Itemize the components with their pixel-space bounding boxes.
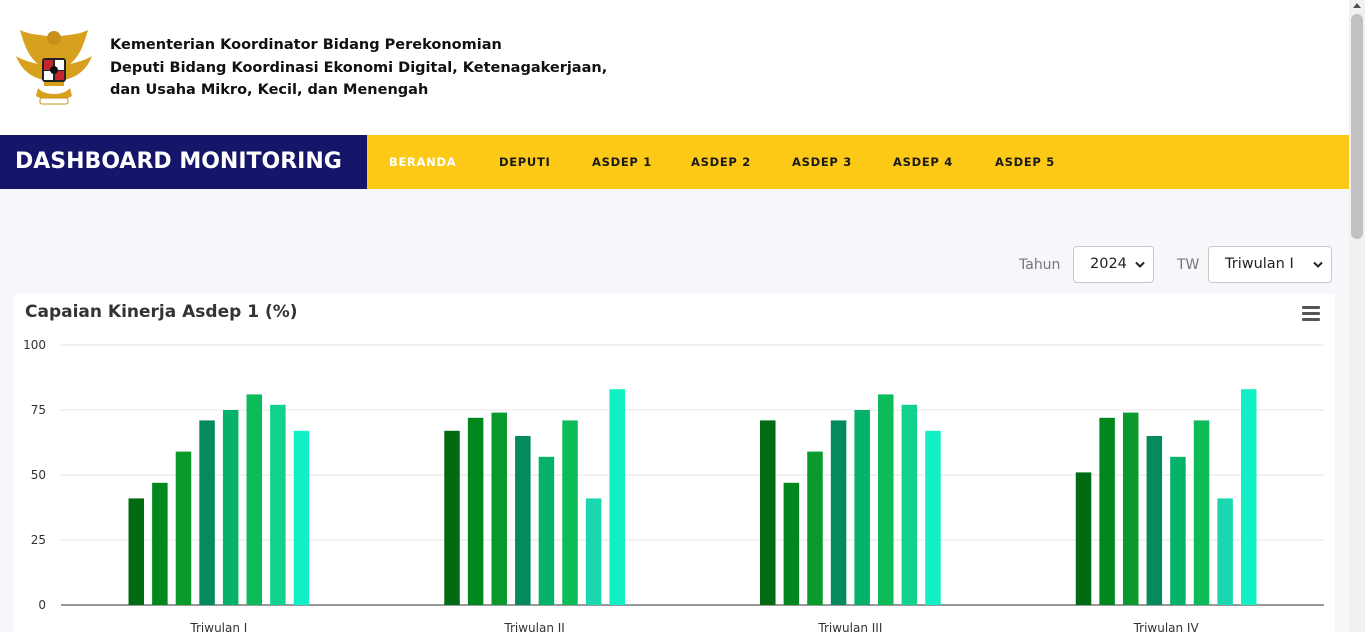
chart-bar — [152, 482, 168, 605]
org-line-2: Deputi Bidang Koordinasi Ekonomi Digital… — [110, 59, 608, 76]
nav-item-asdep-2[interactable]: ASDEP 2 — [691, 135, 751, 189]
garuda-emblem-icon — [16, 30, 92, 105]
year-select-value: 2024 — [1090, 256, 1127, 272]
chart-bar — [609, 389, 625, 605]
bar-chart: 0 25 50 75 100 Triwulan I Triwulan II Triwulan … — [23, 338, 1324, 632]
chart-bar — [538, 456, 555, 605]
x-category-label: Triwulan IV — [1133, 621, 1200, 632]
org-line-1: Kementerian Koordinator Bidang Perekonom… — [110, 37, 502, 53]
chart-bar — [1217, 498, 1233, 605]
x-category-label: Triwulan III — [817, 621, 882, 632]
chart-bar — [515, 436, 531, 605]
chart-bar — [491, 412, 507, 605]
tw-select[interactable]: Triwulan I — [1208, 246, 1332, 283]
chart-card: Capaian Kinerja Asdep 1 (%) 0 25 50 75 100 Tr… — [14, 294, 1335, 632]
chart-bar — [901, 404, 918, 605]
y-tick-label: 0 — [38, 598, 46, 612]
vertical-scrollbar[interactable] — [1349, 0, 1365, 632]
nav-item-deputi[interactable]: DEPUTI — [499, 135, 551, 189]
chart-bar — [830, 420, 847, 605]
scroll-up-arrow-icon[interactable] — [1353, 3, 1361, 8]
chart-bar — [562, 420, 578, 605]
y-tick-label: 100 — [23, 338, 46, 352]
year-filter-label: Tahun — [1019, 257, 1061, 273]
chart-bar — [1240, 389, 1257, 605]
chart-bar — [854, 410, 870, 605]
chart-bar — [175, 451, 192, 605]
x-category-label: Triwulan II — [503, 621, 564, 632]
tw-filter-label: TW — [1177, 257, 1200, 273]
chart-bar — [878, 394, 894, 605]
nav-item-asdep-1[interactable]: ASDEP 1 — [592, 135, 652, 189]
page-header: Kementerian Koordinator Bidang Perekonom… — [0, 0, 1349, 135]
chart-bar — [199, 420, 215, 605]
chart-bar — [1193, 420, 1210, 605]
chart-bar — [1122, 412, 1139, 605]
scroll-thumb[interactable] — [1351, 14, 1363, 239]
dashboard-brand[interactable]: DASHBOARD MONITORING — [0, 135, 367, 189]
chevron-down-icon — [1135, 261, 1145, 268]
chevron-down-icon — [1313, 261, 1323, 268]
org-line-3: dan Usaha Mikro, Kecil, dan Menengah — [110, 82, 429, 98]
chart-bar — [925, 430, 941, 605]
nav-item-asdep-5[interactable]: ASDEP 5 — [995, 135, 1055, 189]
tw-select-value: Triwulan I — [1225, 256, 1294, 272]
chart-bar — [467, 417, 484, 605]
chart-bar — [293, 430, 310, 605]
organization-name: Kementerian Koordinator Bidang Perekonom… — [110, 34, 607, 102]
y-tick-label: 50 — [31, 468, 46, 482]
chart-bar — [444, 430, 460, 605]
chart-bar — [1146, 436, 1163, 605]
main-navbar: DASHBOARD MONITORING BERANDA DEPUTI ASDE… — [0, 135, 1349, 189]
chart-bar — [1170, 456, 1186, 605]
chart-bar — [807, 451, 823, 605]
nav-item-beranda[interactable]: BERANDA — [389, 135, 456, 189]
y-tick-label: 75 — [31, 403, 46, 417]
chart-bar — [270, 404, 286, 605]
chart-bar — [1099, 417, 1115, 605]
year-select[interactable]: 2024 — [1073, 246, 1154, 283]
chart-bar — [585, 498, 602, 605]
chart-bar — [1075, 472, 1092, 605]
chart-bar — [128, 498, 145, 605]
chart-bar — [783, 482, 800, 605]
x-category-label: Triwulan I — [189, 621, 247, 632]
chart-bar — [246, 394, 263, 605]
chart-bar — [222, 410, 239, 605]
chart-bar — [760, 420, 776, 605]
y-tick-label: 25 — [31, 533, 46, 547]
nav-item-asdep-4[interactable]: ASDEP 4 — [893, 135, 953, 189]
nav-item-asdep-3[interactable]: ASDEP 3 — [792, 135, 852, 189]
